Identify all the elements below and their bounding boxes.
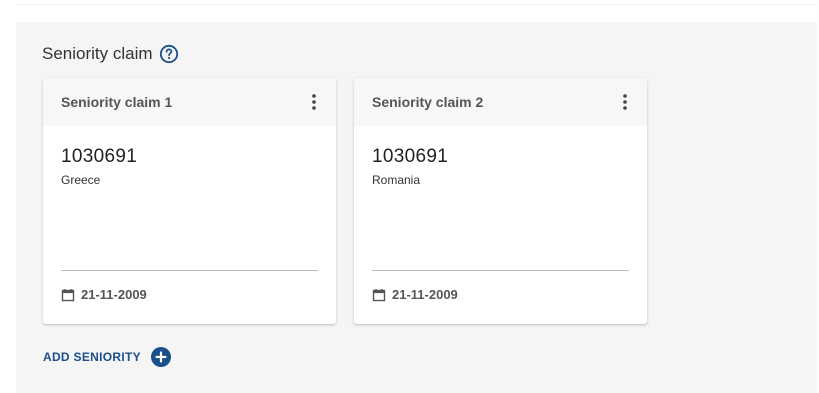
- calendar-icon: [372, 288, 386, 302]
- claim-number: 1030691: [372, 146, 449, 167]
- card-divider: [372, 270, 629, 271]
- claim-country: Romania: [372, 173, 421, 187]
- claim-country: Greece: [61, 173, 101, 187]
- card-title: Seniority claim 2: [372, 94, 484, 110]
- seniority-claim-card[interactable]: Seniority claim 1 1030691 Greece 21-11-2…: [43, 78, 336, 324]
- add-seniority-label: ADD SENIORITY: [43, 350, 141, 364]
- claim-date: 21-11-2009: [392, 287, 458, 302]
- plus-circle-icon: [150, 347, 171, 367]
- section-header: Seniority claim: [42, 44, 179, 64]
- card-title: Seniority claim 1: [61, 94, 173, 110]
- card-header: Seniority claim 1: [43, 78, 336, 126]
- more-vertical-icon[interactable]: [617, 91, 633, 113]
- add-seniority-button[interactable]: ADD SENIORITY: [43, 347, 171, 367]
- section-title: Seniority claim: [42, 44, 153, 63]
- top-divider: [16, 0, 817, 5]
- claim-date-row: 21-11-2009: [372, 287, 458, 302]
- card-divider: [61, 270, 318, 271]
- calendar-icon: [61, 288, 75, 302]
- help-icon[interactable]: [159, 44, 179, 64]
- claim-number: 1030691: [61, 146, 138, 167]
- seniority-section: Seniority claim Seniority claim 1 103069…: [16, 22, 817, 393]
- seniority-claim-card[interactable]: Seniority claim 2 1030691 Romania 21-11-…: [354, 78, 647, 324]
- claim-date-row: 21-11-2009: [61, 287, 147, 302]
- more-vertical-icon[interactable]: [306, 91, 322, 113]
- claim-date: 21-11-2009: [81, 287, 147, 302]
- card-header: Seniority claim 2: [354, 78, 647, 126]
